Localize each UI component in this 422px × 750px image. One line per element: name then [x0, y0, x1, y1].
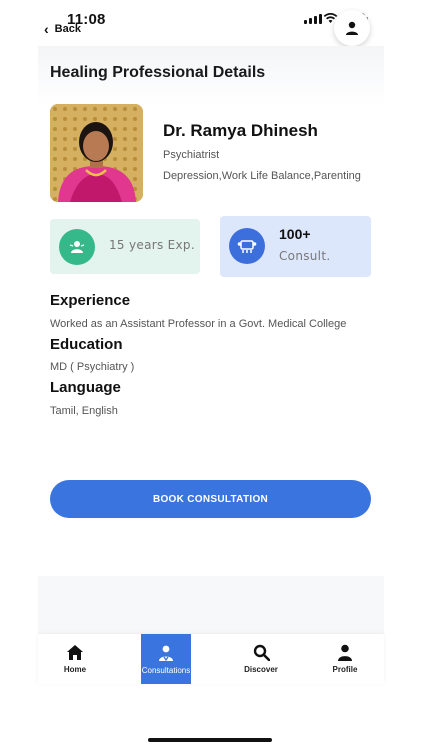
doctor-focus-areas: Depression,Work Life Balance,Parenting — [163, 170, 361, 182]
profile-avatar-button[interactable] — [334, 10, 370, 46]
consultations-label: Consult. — [279, 249, 331, 263]
experience-badge-icon — [59, 229, 95, 265]
language-heading: Language — [50, 379, 121, 396]
doctor-name: Dr. Ramya Dhinesh — [163, 121, 318, 140]
tab-discover-label: Discover — [244, 665, 278, 674]
search-icon — [253, 644, 270, 661]
back-label: Back — [54, 23, 81, 35]
experience-text: Worked as an Assistant Professor in a Go… — [50, 318, 347, 330]
experience-stat-card: 15 years Exp. — [50, 219, 200, 274]
back-button[interactable]: ‹ Back — [44, 21, 81, 37]
tab-discover[interactable]: Discover — [224, 634, 298, 684]
bottom-tab-bar: Home Consultations Discover Profile — [38, 634, 384, 684]
consultations-icon — [159, 645, 173, 661]
tab-home-label: Home — [63, 665, 87, 674]
user-icon — [346, 21, 358, 35]
language-text: Tamil, English — [50, 405, 118, 417]
page-title: Healing Professional Details — [50, 64, 266, 81]
doctor-specialty: Psychiatrist — [163, 149, 220, 161]
education-text: MD ( Psychiatry ) — [50, 361, 135, 373]
consultations-stat-card: 100+ Consult. — [220, 216, 371, 277]
status-bar: 11:08 ‹ Back — [0, 0, 422, 46]
home-indicator — [148, 738, 272, 742]
tab-consultations[interactable]: Consultations — [141, 634, 191, 684]
experience-heading: Experience — [50, 292, 131, 309]
experience-stat-text: 15 years Exp. — [109, 238, 195, 252]
tab-home[interactable]: Home — [38, 634, 112, 684]
consultation-group-icon — [229, 228, 265, 264]
education-heading: Education — [50, 336, 123, 353]
home-icon — [67, 645, 83, 660]
book-consultation-button[interactable]: BOOK CONSULTATION — [50, 480, 371, 518]
tab-profile[interactable]: Profile — [310, 634, 380, 684]
tab-consultations-label: Consultations — [141, 665, 191, 675]
tab-profile-label: Profile — [332, 665, 358, 674]
profile-icon — [338, 644, 352, 661]
signal-icon — [304, 14, 322, 24]
consultations-count: 100+ — [279, 226, 311, 242]
doctor-photo — [50, 104, 143, 202]
chevron-left-icon: ‹ — [44, 21, 49, 37]
